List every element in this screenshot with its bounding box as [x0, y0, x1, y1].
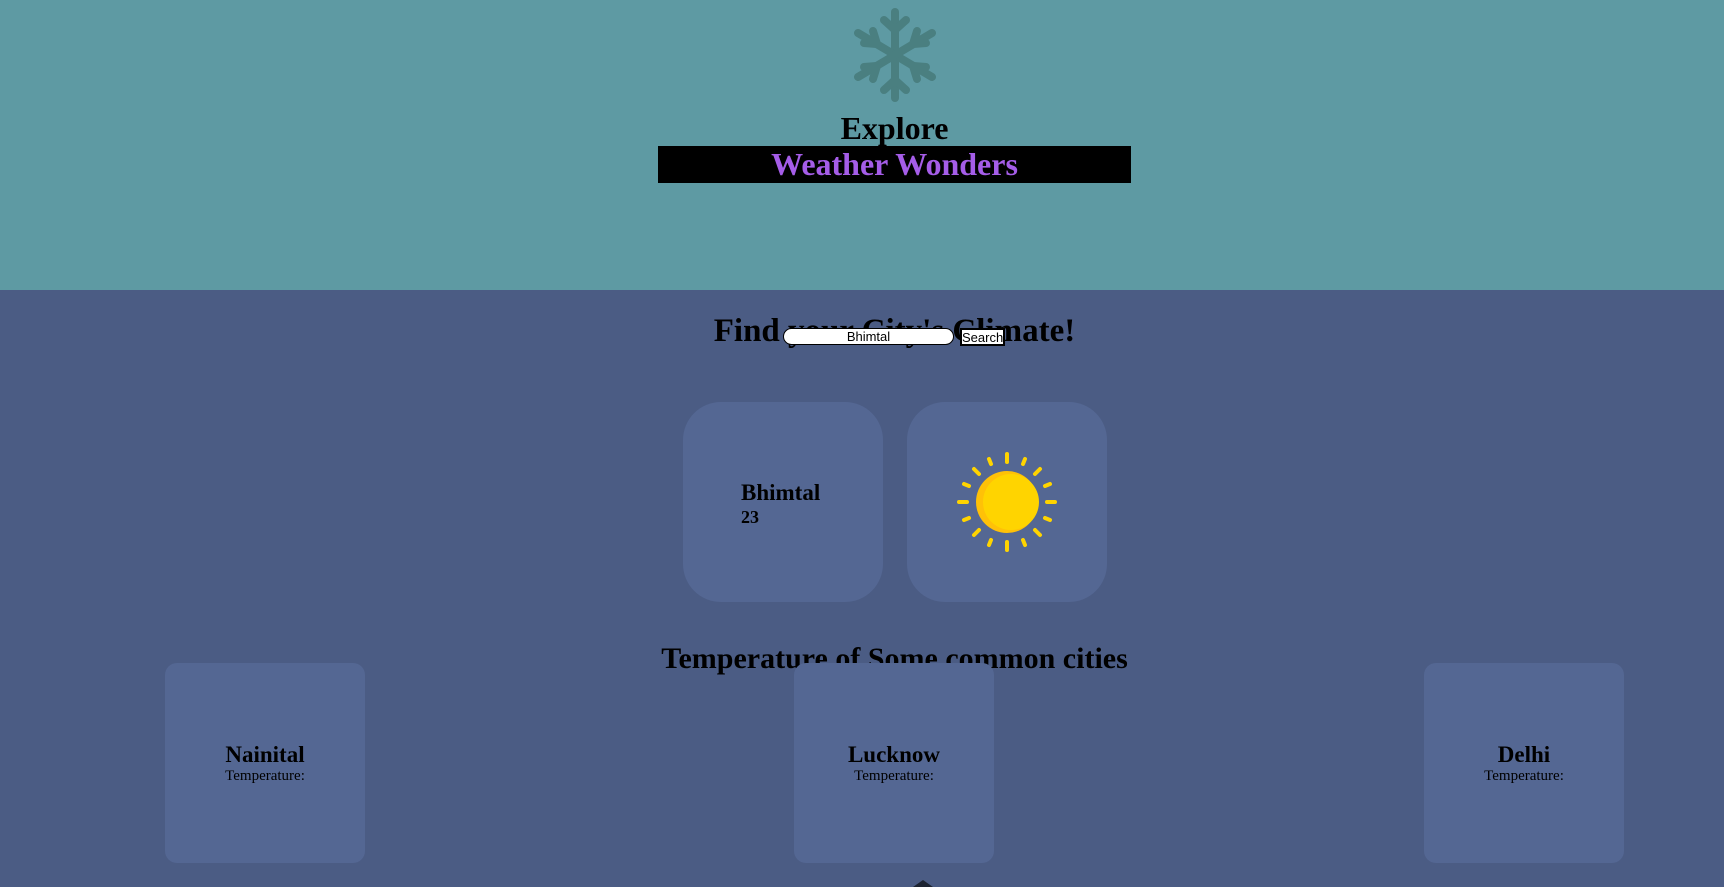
- city-search-input[interactable]: [783, 328, 954, 345]
- scroll-indicator-icon: [913, 880, 933, 887]
- explore-heading: Explore: [840, 110, 949, 146]
- temperature-label: Temperature:: [225, 768, 305, 784]
- snowflake-icon: [854, 8, 936, 102]
- sun-icon: [957, 452, 1057, 552]
- city-name: Nainital: [225, 742, 305, 767]
- brand-title: Weather Wonders: [658, 146, 1131, 183]
- current-weather-card: Bhimtal 23: [683, 402, 883, 602]
- search-button[interactable]: Search: [960, 328, 1005, 346]
- weather-icon-card: [907, 402, 1107, 602]
- current-city-name: Bhimtal: [741, 480, 821, 505]
- current-temperature: 23: [741, 507, 759, 527]
- city-name: Lucknow: [847, 742, 941, 767]
- city-card-lucknow: Lucknow Temperature:: [794, 663, 994, 863]
- hero-banner: Explore Weather Wonders: [0, 0, 1724, 290]
- city-card-delhi: Delhi Temperature:: [1424, 663, 1624, 863]
- city-name: Delhi: [1497, 742, 1551, 767]
- temperature-label: Temperature:: [1484, 768, 1564, 784]
- weather-page: Explore Weather Wonders Find your City's…: [0, 0, 1724, 887]
- temperature-label: Temperature:: [854, 768, 934, 784]
- city-card-nainital: Nainital Temperature:: [165, 663, 365, 863]
